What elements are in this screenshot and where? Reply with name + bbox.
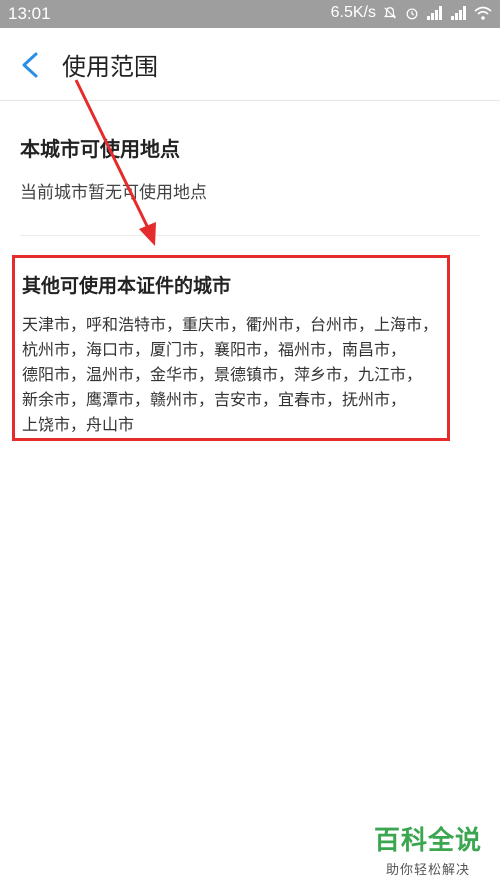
watermark: 百科全说 助你轻松解决 bbox=[374, 820, 482, 878]
watermark-logo-text: 百科全说 bbox=[374, 826, 483, 856]
watermark-slogan: 助你轻松解决 bbox=[386, 863, 471, 878]
annotation-arrow bbox=[74, 79, 156, 246]
